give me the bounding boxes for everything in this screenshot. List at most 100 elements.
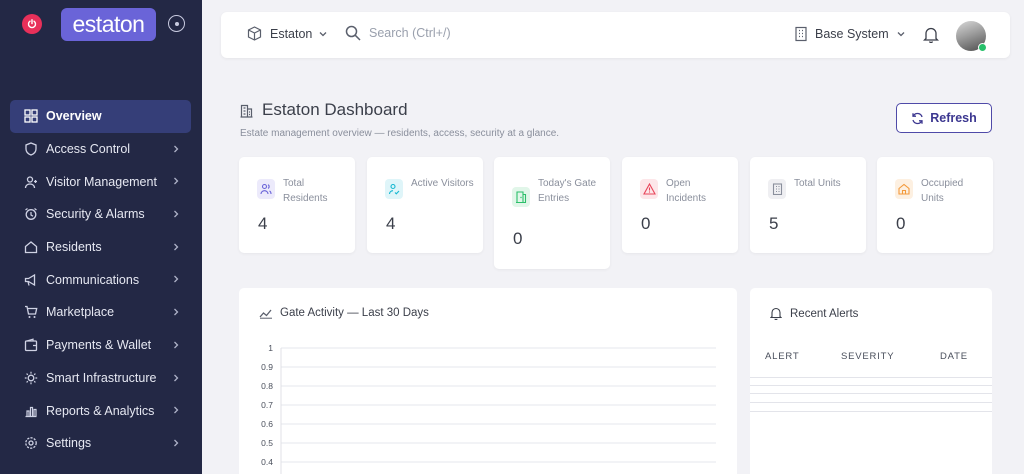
stat-value: 4 <box>386 214 396 233</box>
sidebar-item-label: Residents <box>46 240 102 255</box>
system-selector[interactable]: Base System <box>794 26 906 42</box>
sidebar-item-label: Reports & Analytics <box>46 403 155 418</box>
gate-activity-chart: 1 0.9 0.8 0.7 0.6 0.5 0.4 <box>261 343 716 474</box>
online-status-dot <box>978 43 987 52</box>
sidebar-item-label: Settings <box>46 436 92 451</box>
stat-label: Total Units <box>794 178 841 189</box>
notifications-bell-icon[interactable] <box>922 26 940 48</box>
recent-alerts-panel: Recent Alerts ALERT SEVERITY DATE <box>750 288 992 474</box>
stat-value: 0 <box>513 229 523 248</box>
sidebar-toggle-icon[interactable] <box>168 15 185 32</box>
stat-card-total-residents[interactable]: Total Residents 4 <box>239 157 355 253</box>
gear-icon <box>25 437 37 450</box>
y-tick-label: 0.6 <box>261 419 273 429</box>
sidebar-nav: Overview Access Control Visitor Manageme… <box>10 100 191 460</box>
stat-card-gate-entries[interactable]: Today's Gate Entries 0 <box>494 157 610 269</box>
chevron-right-icon <box>174 210 179 218</box>
logo[interactable]: estaton <box>61 8 156 41</box>
chevron-right-icon <box>174 406 179 414</box>
chevron-down-icon <box>897 32 905 37</box>
sidebar-item-access-control[interactable]: Access Control <box>10 133 191 166</box>
refresh-label: Refresh <box>930 111 977 125</box>
user-plus-icon <box>24 176 37 188</box>
sidebar-item-reports-analytics[interactable]: Reports & Analytics <box>10 394 191 427</box>
stat-label: Today's Gate Entries <box>538 178 597 204</box>
warning-icon <box>640 179 658 199</box>
stat-card-occupied-units[interactable]: Occupied Units 0 <box>877 157 993 253</box>
chevron-right-icon <box>174 243 179 251</box>
stat-card-active-visitors[interactable]: Active Visitors 4 <box>367 157 483 253</box>
sidebar-item-label: Marketplace <box>46 305 115 320</box>
y-tick-label: 1 <box>268 343 273 353</box>
sidebar-item-visitor-management[interactable]: Visitor Management <box>10 165 191 198</box>
sidebar-item-smart-infrastructure[interactable]: Smart Infrastructure <box>10 362 191 395</box>
estate-selector[interactable]: Estaton <box>247 26 336 41</box>
wallet-icon <box>24 338 38 352</box>
stat-value: 0 <box>641 214 651 233</box>
top-bar: Estaton Base System <box>221 12 1010 58</box>
stat-label: Total Residents <box>283 178 328 204</box>
refresh-icon <box>912 112 923 124</box>
users-icon <box>257 179 275 199</box>
sidebar-item-communications[interactable]: Communications <box>10 263 191 296</box>
chevron-right-icon <box>174 341 179 349</box>
user-check-icon <box>385 179 403 199</box>
chevron-down-icon <box>319 31 327 36</box>
page-title: Estaton Dashboard <box>240 100 559 120</box>
sun-icon <box>24 371 38 385</box>
stat-label: Active Visitors <box>411 178 474 189</box>
sidebar-item-marketplace[interactable]: Marketplace <box>10 296 191 329</box>
office-building-icon <box>240 104 253 118</box>
column-header-alert[interactable]: ALERT <box>765 351 799 362</box>
page-title-text: Estaton Dashboard <box>262 100 408 119</box>
table-divider <box>750 411 992 412</box>
door-icon <box>512 187 530 207</box>
column-header-date[interactable]: DATE <box>940 351 968 362</box>
search-icon <box>345 25 361 41</box>
sidebar-item-label: Smart Infrastructure <box>46 370 157 385</box>
sidebar-item-overview[interactable]: Overview <box>10 100 191 133</box>
table-divider <box>750 393 992 394</box>
refresh-button[interactable]: Refresh <box>896 103 992 133</box>
bell-icon <box>770 307 782 320</box>
power-icon[interactable] <box>22 14 42 34</box>
recent-alerts-title-text: Recent Alerts <box>790 307 859 320</box>
table-divider <box>750 377 992 378</box>
sidebar-item-label: Access Control <box>46 142 131 157</box>
sidebar-item-label: Overview <box>46 109 102 124</box>
chevron-right-icon <box>174 374 179 381</box>
chevron-right-icon <box>174 308 179 316</box>
sidebar: estaton Overview Access Control Visitor … <box>0 0 202 474</box>
recent-alerts-title: Recent Alerts <box>770 307 858 320</box>
column-header-severity[interactable]: SEVERITY <box>841 351 894 362</box>
chevron-right-icon <box>174 145 179 153</box>
avatar[interactable] <box>956 21 987 52</box>
bar-chart-icon <box>25 406 37 417</box>
sidebar-item-residents[interactable]: Residents <box>10 231 191 264</box>
chevron-right-icon <box>174 439 179 447</box>
stat-value: 4 <box>258 214 268 233</box>
table-divider <box>750 385 992 386</box>
page-subtitle: Estate management overview — residents, … <box>240 128 560 139</box>
y-tick-label: 0.8 <box>261 381 273 391</box>
home-icon <box>24 241 38 254</box>
sidebar-item-payments-wallet[interactable]: Payments & Wallet <box>10 329 191 362</box>
y-tick-label: 0.9 <box>261 362 273 372</box>
cube-icon <box>247 26 262 41</box>
search-input[interactable] <box>369 26 509 40</box>
sidebar-item-security-alarms[interactable]: Security & Alarms <box>10 198 191 231</box>
chevron-right-icon <box>174 177 179 185</box>
stat-value: 5 <box>769 214 779 233</box>
estate-name: Estaton <box>270 26 313 41</box>
page-header: Estaton Dashboard Estate management over… <box>240 100 559 139</box>
cart-icon <box>25 306 38 319</box>
search-box[interactable] <box>345 25 509 41</box>
logo-text: estaton <box>72 11 145 37</box>
sidebar-item-settings[interactable]: Settings <box>10 427 191 460</box>
stat-card-total-units[interactable]: Total Units 5 <box>750 157 866 253</box>
system-name: Base System <box>815 27 889 41</box>
stat-label: Occupied Units <box>921 178 964 204</box>
table-divider <box>750 402 992 403</box>
stat-value: 0 <box>896 214 906 233</box>
stat-card-open-incidents[interactable]: Open Incidents 0 <box>622 157 738 253</box>
